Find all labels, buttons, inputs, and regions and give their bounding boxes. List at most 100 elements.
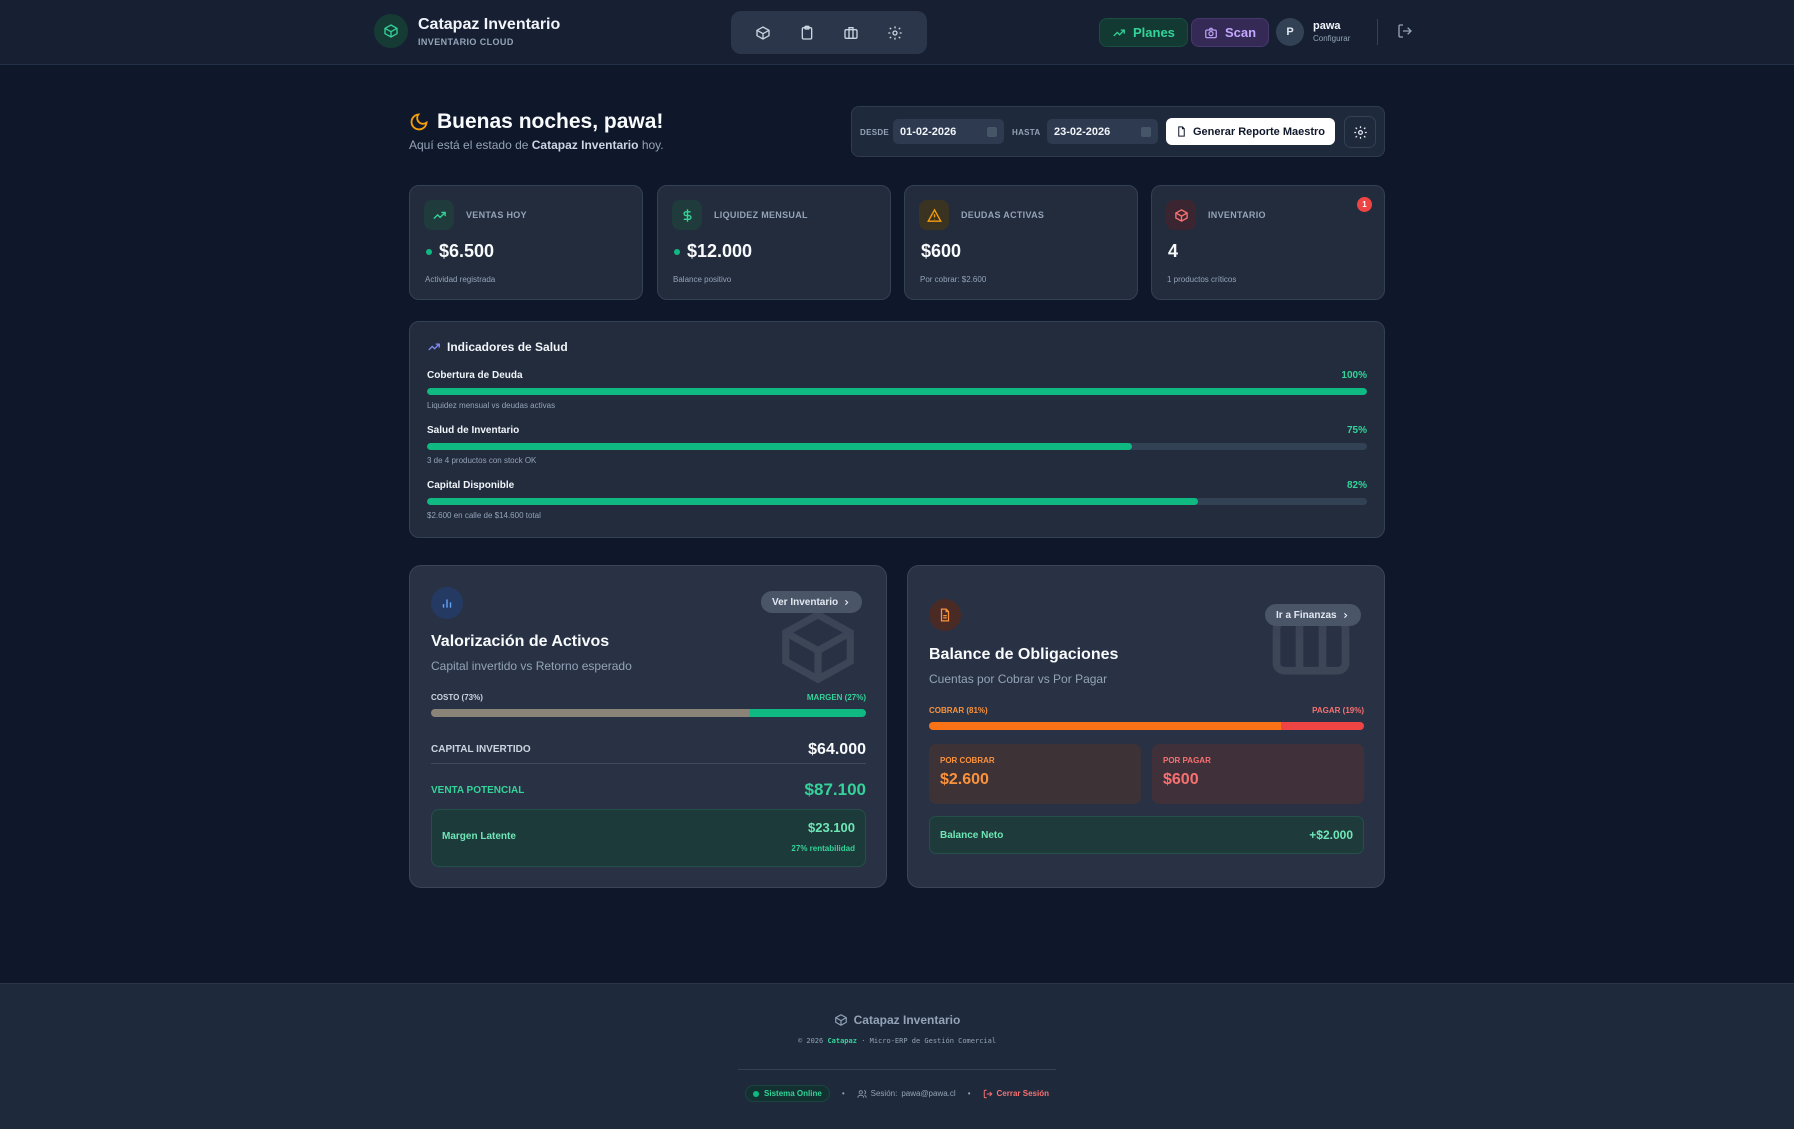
- stat-label: DEUDAS ACTIVAS: [961, 210, 1045, 220]
- to-label: HASTA: [1012, 128, 1041, 137]
- nav-orders-button[interactable]: [791, 17, 823, 49]
- user-name[interactable]: pawa: [1313, 20, 1341, 32]
- latent-margin-box: Margen Latente $23.100 27% rentabilidad: [431, 809, 866, 867]
- health-progress-track: [427, 388, 1367, 395]
- pagar-segment: [1281, 722, 1364, 730]
- divider: [1377, 19, 1378, 45]
- stat-card-sales[interactable]: VENTAS HOY $6.500 Actividad registrada: [409, 185, 643, 300]
- system-status-badge: Sistema Online: [745, 1085, 830, 1102]
- app-title: Catapaz Inventario: [418, 15, 561, 33]
- date-filter: DESDE 01-02-2026 HASTA 23-02-2026 Genera…: [851, 106, 1385, 157]
- logout-button[interactable]: [1397, 23, 1413, 39]
- calendar-icon[interactable]: [1141, 126, 1151, 137]
- box-icon: [374, 14, 408, 48]
- document-icon: [1178, 126, 1185, 137]
- margen-value: $23.100: [808, 820, 855, 835]
- report-settings-button[interactable]: [1344, 116, 1376, 148]
- health-row-sub: Liquidez mensual vs deudas activas: [427, 401, 556, 410]
- trending-up-icon: [428, 343, 440, 351]
- brand[interactable]: Catapaz Inventario INVENTARIO CLOUD: [374, 14, 560, 48]
- neto-label: Balance Neto: [940, 829, 1004, 841]
- separator-dot: •: [967, 1089, 971, 1098]
- status-dot: [674, 248, 680, 255]
- box-icon: [782, 610, 854, 684]
- nav-inventory-button[interactable]: [747, 17, 779, 49]
- venta-label: VENTA POTENCIAL: [431, 784, 525, 796]
- stat-label: LIQUIDEZ MENSUAL: [714, 210, 808, 220]
- chevron-right-icon: [1343, 612, 1347, 618]
- cobrar-label: COBRAR (81%): [929, 706, 988, 715]
- greeting-title: Buenas noches, pawa!: [437, 110, 664, 133]
- user-settings-link[interactable]: Configurar: [1313, 34, 1350, 43]
- briefcase-icon: [844, 26, 858, 39]
- planes-button[interactable]: Planes: [1099, 18, 1188, 47]
- cobrar-pagar-bar: [929, 722, 1364, 730]
- obligations-subtitle: Cuentas por Cobrar vs Por Pagar: [929, 672, 1108, 686]
- stat-card-liquidity[interactable]: LIQUIDEZ MENSUAL $12.000 Balance positiv…: [657, 185, 891, 300]
- venta-value: $87.100: [804, 780, 866, 799]
- footer-divider: [738, 1069, 1056, 1070]
- health-row-pct: 100%: [1341, 370, 1367, 381]
- por-pagar-box: POR PAGAR $600: [1152, 744, 1364, 804]
- stat-card-debts[interactable]: DEUDAS ACTIVAS $600 Por cobrar: $2.600: [904, 185, 1138, 300]
- app-subtitle: INVENTARIO CLOUD: [418, 36, 514, 47]
- bar-chart-icon: [431, 587, 463, 619]
- health-progress-track: [427, 498, 1367, 505]
- footer-copyright: © 2026 Catapaz · Micro-ERP de Gestión Co…: [797, 1037, 997, 1045]
- margin-segment: [748, 709, 866, 717]
- greeting-subtitle: Aquí está el estado de Catapaz Inventari…: [409, 138, 664, 152]
- main-nav: [731, 11, 927, 54]
- from-date-input[interactable]: 01-02-2026: [893, 119, 1004, 144]
- users-icon: [857, 1089, 867, 1098]
- stat-label: VENTAS HOY: [466, 210, 527, 220]
- footer-logout-link[interactable]: Cerrar Sesión: [983, 1089, 1049, 1099]
- venta-row: VENTA POTENCIAL $87.100: [431, 776, 866, 804]
- stat-sub: Por cobrar: $2.600: [920, 275, 987, 284]
- health-row-label: Salud de Inventario: [427, 425, 520, 436]
- gear-icon: [888, 25, 902, 40]
- generate-report-button[interactable]: Generar Reporte Maestro: [1166, 118, 1335, 145]
- por-cobrar-label: POR COBRAR: [940, 756, 995, 765]
- generate-report-label: Generar Reporte Maestro: [1192, 125, 1326, 138]
- margin-label: MARGEN (27%): [806, 693, 866, 702]
- cost-margin-bar: [431, 709, 866, 717]
- health-row-sub: $2.600 en calle de $14.600 total: [427, 511, 541, 520]
- critical-badge: 1: [1357, 197, 1372, 212]
- footer-brand: Catapaz Inventario: [0, 1013, 1794, 1027]
- por-cobrar-value: $2.600: [940, 771, 989, 788]
- gear-icon: [1353, 125, 1367, 139]
- health-row: Capital Disponible 82% $2.600 en calle de…: [427, 480, 1367, 520]
- por-pagar-value: $600: [1163, 771, 1199, 788]
- go-finance-label: Ir a Finanzas: [1276, 609, 1337, 621]
- view-inventory-button[interactable]: Ver Inventario: [761, 591, 863, 613]
- pagar-label: PAGAR (19%): [1312, 706, 1364, 715]
- margen-label: Margen Latente: [442, 831, 516, 842]
- cost-segment: [431, 709, 749, 717]
- avatar[interactable]: P: [1276, 18, 1304, 46]
- footer: Catapaz Inventario © 2026 Catapaz · Micr…: [0, 983, 1794, 1129]
- box-icon: [1166, 200, 1196, 230]
- logout-icon: [1398, 24, 1412, 38]
- health-row-sub: 3 de 4 productos con stock OK: [427, 456, 537, 465]
- nav-settings-button[interactable]: [879, 17, 911, 49]
- margen-sub: 27% rentabilidad: [791, 844, 855, 853]
- box-icon: [756, 25, 770, 40]
- capital-label: CAPITAL INVERTIDO: [431, 744, 531, 755]
- logout-icon: [983, 1089, 992, 1098]
- calendar-icon[interactable]: [987, 126, 997, 137]
- box-icon: [834, 1014, 847, 1026]
- session-info: Sesión: pawa@pawa.cl: [857, 1089, 956, 1099]
- to-date-input[interactable]: 23-02-2026: [1047, 119, 1158, 144]
- obligations-title: Balance de Obligaciones: [929, 646, 1119, 663]
- health-row: Cobertura de Deuda 100% Liquidez mensual …: [427, 370, 1367, 410]
- assets-title: Valorización de Activos: [431, 633, 610, 650]
- nav-finance-button[interactable]: [835, 17, 867, 49]
- go-finance-button[interactable]: Ir a Finanzas: [1265, 604, 1361, 626]
- health-indicators-card: Indicadores de Salud Cobertura de Deuda 1…: [409, 321, 1385, 538]
- health-progress-track: [427, 443, 1367, 450]
- stat-label: INVENTARIO: [1208, 210, 1266, 220]
- assets-subtitle: Capital invertido vs Retorno esperado: [431, 659, 632, 673]
- warning-icon: [919, 200, 949, 230]
- scan-button[interactable]: Scan: [1191, 18, 1270, 47]
- stat-card-inventory[interactable]: INVENTARIO 4 1 productos críticos 1: [1151, 185, 1385, 300]
